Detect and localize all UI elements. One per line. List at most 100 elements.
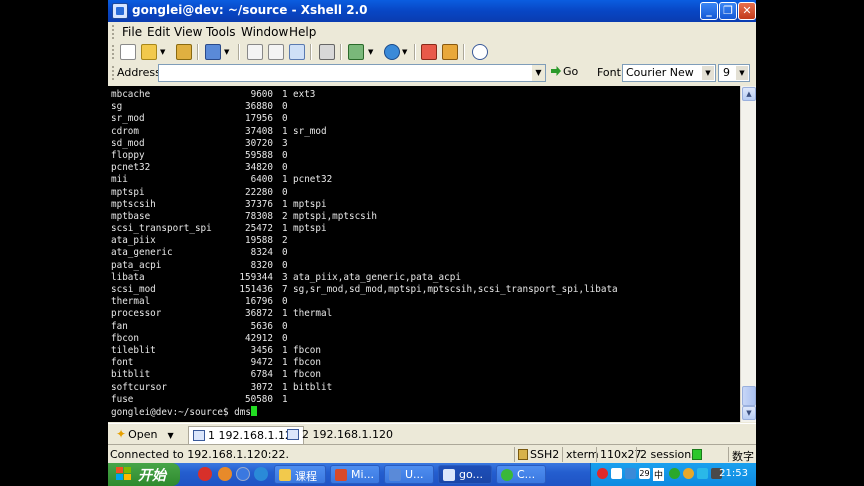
tray-icon[interactable] (697, 468, 708, 479)
font-size-dropdown-icon[interactable]: ▼ (736, 66, 748, 80)
module-used-count: 0 (282, 247, 288, 259)
properties-dropdown-icon[interactable]: ▼ (224, 44, 232, 60)
menu-bar-grip[interactable] (112, 25, 115, 39)
transfer-icon[interactable] (348, 44, 364, 60)
globe-dropdown-icon[interactable]: ▼ (402, 44, 410, 60)
module-used-by: ata_piix,ata_generic,pata_acpi (293, 271, 461, 283)
taskbar-task-c[interactable]: C... (496, 465, 546, 484)
open-star-icon: ✦ (116, 427, 127, 441)
tool-bar-grip[interactable] (112, 45, 115, 59)
session-tab-2[interactable]: 2 192.168.1.120 (283, 426, 397, 444)
tray-icon[interactable] (683, 468, 694, 479)
session-tab-label: 2 192.168.1.120 (302, 428, 393, 441)
close-button[interactable]: ✕ (738, 2, 756, 20)
quicklaunch-icon[interactable] (198, 467, 212, 481)
find-icon[interactable] (289, 44, 305, 60)
go-button[interactable]: Go (551, 65, 578, 81)
module-size: 151436 (239, 284, 273, 295)
menu-file[interactable]: File (122, 25, 142, 39)
properties-icon[interactable] (205, 44, 221, 60)
quicklaunch-icon[interactable] (254, 467, 268, 481)
module-name: font (111, 357, 134, 369)
compose-icon[interactable] (442, 44, 458, 60)
module-name: softcursor (111, 381, 167, 393)
tray-icon[interactable] (597, 468, 608, 479)
copy-icon[interactable] (247, 44, 263, 60)
module-name: mptbase (111, 210, 151, 222)
connection-status: Connected to 192.168.1.120:22. (110, 448, 289, 461)
tray-ime-indicator[interactable]: 中 (653, 468, 665, 481)
module-used-count: 1 (282, 369, 288, 381)
open-dropdown-icon[interactable]: ▼ (167, 431, 173, 440)
print-icon[interactable] (319, 44, 335, 60)
menu-tools[interactable]: Tools (206, 25, 236, 39)
module-name: ata_generic (111, 247, 173, 259)
reconnect-icon[interactable] (176, 44, 192, 60)
title-bar[interactable]: gonglei@dev: ~/source - Xshell 2.0 _ ❐ ✕ (108, 0, 756, 22)
taskbar-task-courses[interactable]: 课程 (274, 465, 326, 484)
quicklaunch-icon[interactable] (236, 467, 250, 481)
minimize-button[interactable]: _ (700, 2, 718, 20)
address-input[interactable] (158, 64, 546, 82)
vertical-scrollbar[interactable]: ▲ ▼ (740, 86, 756, 422)
activity-icon (692, 449, 702, 460)
scroll-thumb[interactable] (742, 386, 756, 406)
module-name: fuse (111, 393, 134, 405)
taskbar-task-xshell[interactable]: go... (438, 465, 492, 484)
maximize-button[interactable]: ❐ (719, 2, 737, 20)
globe-icon[interactable] (384, 44, 400, 60)
start-button[interactable]: 开始 (108, 463, 180, 486)
terminal-line: sg 36880 0 (111, 101, 740, 113)
start-label: 开始 (138, 468, 166, 484)
module-name: fbcon (111, 332, 139, 344)
scroll-up-icon[interactable]: ▲ (742, 87, 756, 101)
module-used-count: 0 (282, 186, 288, 198)
module-used-count: 1 (282, 344, 288, 356)
menu-view[interactable]: View (174, 25, 202, 39)
status-divider (596, 447, 597, 462)
font-select[interactable]: Courier New ▼ (622, 64, 716, 82)
new-session-icon[interactable] (120, 44, 136, 60)
taskbar-task-u[interactable]: U... (384, 465, 434, 484)
terminal-output[interactable]: mbcache 9600 1 ext3 sg 36880 0 sr_mod 17956 0 cdro… (108, 86, 740, 422)
module-name: processor (111, 308, 162, 320)
quicklaunch-icon[interactable] (218, 467, 232, 481)
module-used-by: sg,sr_mod,sd_mod,mptspi,mptscsih,scsi_tr… (293, 284, 618, 295)
module-used-by: mptspi (293, 223, 327, 235)
font-size-select[interactable]: 9 ▼ (718, 64, 750, 82)
module-used-count: 0 (282, 101, 288, 113)
tray-icon[interactable] (669, 468, 680, 479)
address-dropdown-icon[interactable]: ▼ (532, 65, 545, 81)
transfer-dropdown-icon[interactable]: ▼ (368, 44, 376, 60)
open-folder-icon[interactable] (141, 44, 157, 60)
module-used-count: 1 (282, 393, 288, 405)
module-size: 34820 (245, 162, 273, 174)
script-icon[interactable] (421, 44, 437, 60)
prompt-line: gonglei@dev:~/source$ dms (111, 405, 740, 418)
help-icon[interactable] (472, 44, 488, 60)
module-used-count: 0 (282, 162, 288, 174)
tray-icon[interactable] (611, 468, 622, 479)
module-used-count: 3 (282, 137, 288, 149)
address-bar-grip[interactable] (112, 66, 115, 80)
terminal-line: scsi_transport_spi 25472 1 mptspi (111, 223, 740, 235)
menu-edit[interactable]: Edit (147, 25, 170, 39)
menu-window[interactable]: Window (241, 25, 288, 39)
open-button[interactable]: ✦ Open ▼ (116, 427, 174, 441)
address-bar: Address ▼ Go Font Courier New ▼ 9 ▼ (108, 62, 756, 84)
paste-icon[interactable] (268, 44, 284, 60)
scroll-down-icon[interactable]: ▼ (742, 406, 756, 420)
module-name: bitblit (111, 369, 151, 381)
terminal-line: floppy 59588 0 (111, 150, 740, 162)
go-label: Go (563, 65, 579, 78)
menu-help[interactable]: Help (289, 25, 316, 39)
tray-date-icon[interactable]: 29 (639, 468, 650, 479)
terminal-line: bitblit 6784 1 fbcon (111, 369, 740, 381)
status-divider (562, 447, 563, 462)
tray-icon[interactable] (625, 468, 636, 479)
taskbar-task-mi[interactable]: Mi... (330, 465, 380, 484)
font-dropdown-icon[interactable]: ▼ (702, 66, 714, 80)
xshell-window: gonglei@dev: ~/source - Xshell 2.0 _ ❐ ✕… (108, 0, 756, 463)
open-dropdown-icon[interactable]: ▼ (160, 44, 168, 60)
module-used-count: 2 (282, 235, 288, 247)
